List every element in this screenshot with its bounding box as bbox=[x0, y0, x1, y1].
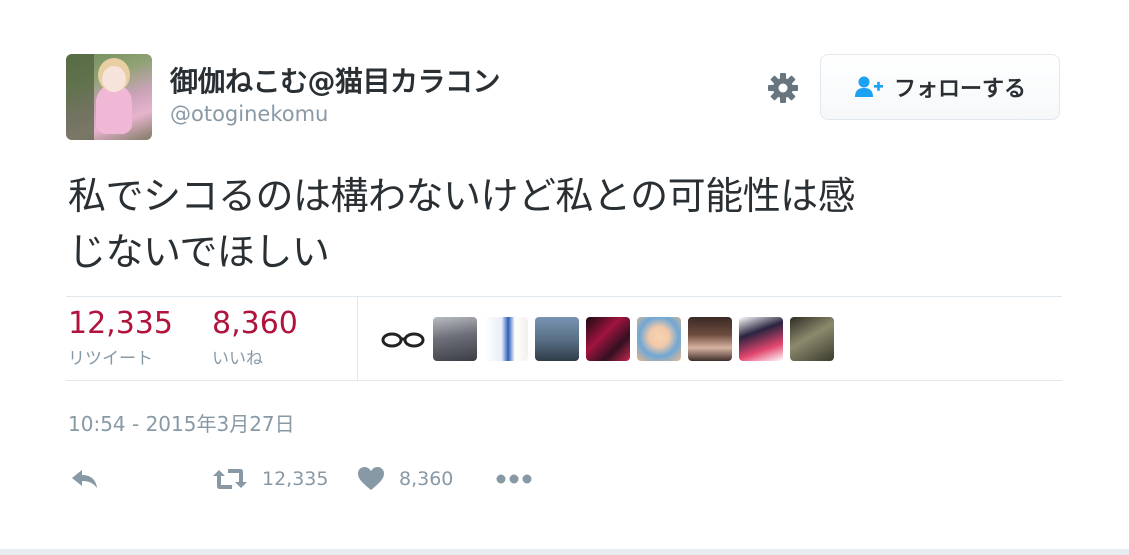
tweet-timestamp[interactable]: 10:54 - 2015年3月27日 bbox=[68, 408, 295, 437]
retweet-stat[interactable]: 12,335 リツイート bbox=[68, 306, 173, 369]
tweet-text-line: じないでほしい bbox=[68, 230, 330, 274]
retweet-button[interactable]: 12,335 bbox=[212, 462, 328, 496]
liker-avatar-4[interactable] bbox=[535, 317, 579, 361]
like-stat[interactable]: 8,360 いいね bbox=[212, 306, 298, 369]
heart-icon bbox=[358, 467, 384, 490]
stats-divider bbox=[357, 296, 358, 381]
retweet-icon bbox=[213, 469, 247, 489]
liker-avatar-7[interactable] bbox=[688, 317, 732, 361]
like-label: いいね bbox=[212, 349, 263, 369]
screen-name[interactable]: @otoginekomu bbox=[170, 102, 328, 126]
retweet-label: リツイート bbox=[68, 349, 153, 369]
follow-button-label: フォローする bbox=[893, 77, 1026, 102]
retweet-count: 12,335 bbox=[68, 306, 173, 341]
reply-button[interactable] bbox=[70, 462, 100, 496]
liker-avatar-6[interactable] bbox=[637, 317, 681, 361]
liker-avatar-5[interactable] bbox=[586, 317, 630, 361]
avatar-background bbox=[66, 54, 94, 140]
tweet-card: 御伽ねこむ@猫目カラコン @otoginekomu フォローする 私でシコるのは… bbox=[0, 0, 1129, 555]
gear-icon[interactable] bbox=[765, 70, 801, 106]
like-button[interactable]: 8,360 bbox=[357, 462, 453, 496]
divider bbox=[66, 296, 1062, 297]
more-button[interactable] bbox=[496, 462, 532, 496]
tweet-text-line: 私でシコるのは構わないけど私との可能性は感 bbox=[68, 174, 856, 218]
retweet-action-count: 12,335 bbox=[262, 468, 329, 490]
card-bottom-edge bbox=[0, 549, 1129, 555]
tweet-text: 私でシコるのは構わないけど私との可能性は感 じないでほしい bbox=[68, 168, 1068, 280]
follow-button[interactable]: フォローする bbox=[820, 54, 1060, 120]
glasses-avatar[interactable] bbox=[380, 317, 426, 361]
display-name[interactable]: 御伽ねこむ@猫目カラコン bbox=[170, 60, 501, 100]
divider bbox=[66, 380, 1062, 381]
avatar-figure-head bbox=[102, 66, 126, 92]
glasses-icon bbox=[381, 332, 425, 348]
liker-avatar-8[interactable] bbox=[739, 317, 783, 361]
liker-avatar-9[interactable] bbox=[790, 317, 834, 361]
person-add-icon bbox=[854, 76, 883, 97]
like-count: 8,360 bbox=[212, 306, 298, 341]
like-action-count: 8,360 bbox=[399, 468, 454, 490]
more-icon bbox=[496, 474, 532, 484]
liker-avatars bbox=[380, 316, 841, 362]
liker-avatar-3[interactable] bbox=[484, 317, 528, 361]
user-avatar[interactable] bbox=[66, 54, 152, 140]
reply-icon bbox=[72, 470, 97, 488]
liker-avatar-2[interactable] bbox=[433, 317, 477, 361]
